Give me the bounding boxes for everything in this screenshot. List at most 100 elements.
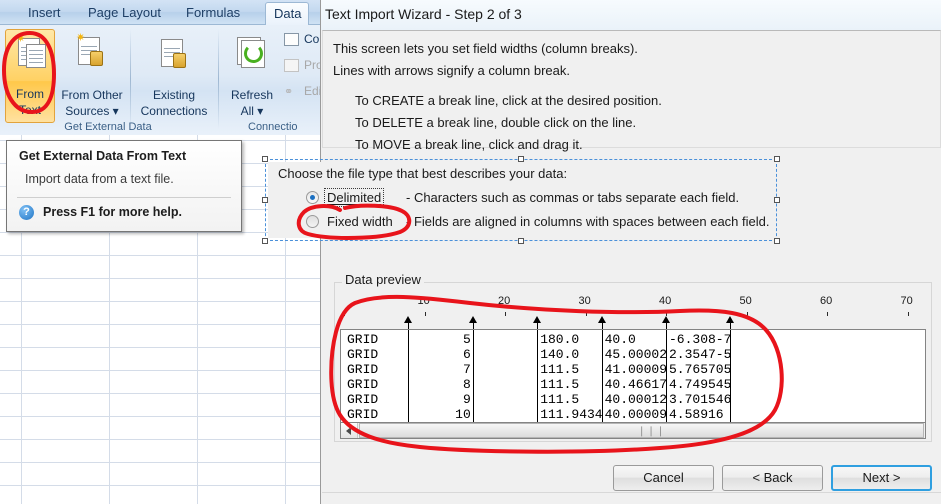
tab-data[interactable]: Data [265,2,309,25]
tab-page-layout[interactable]: Page Layout [80,2,169,25]
preview-cell: 4.749545 [669,377,732,392]
scrollbar-grip-icon: ❘❘❘ [637,426,666,437]
from-other-sources-button[interactable]: ✷ From Other Sources ▾ [57,29,127,123]
preview-cell: 6 [462,347,471,362]
selection-handle-ne[interactable] [774,156,780,162]
existing-connections-button[interactable]: Existing Connections [134,29,214,123]
selection-outline [265,159,777,241]
selection-handle-sw[interactable] [262,238,268,244]
existing-connections-label-line1: Existing [152,88,196,102]
from-other-sources-label-line2: Sources ▾ [65,104,119,118]
ribbon-group-divider-2 [218,29,219,129]
connections-icon [284,33,299,46]
preview-cell: 5 [462,332,471,347]
preview-cell: 10 [455,407,471,422]
ribbon-tab-strip: Insert Page Layout Formulas Data [0,0,330,25]
database-cylinder-icon [173,53,186,68]
preview-cell: GRID [347,347,379,362]
instruction-line-2: To DELETE a break line, double click on … [355,115,637,130]
preview-cell: GRID [347,407,379,422]
preview-cell: GRID [347,332,379,347]
ribbon-group-get-external-data: Get External Data ✷ From Text ✷ From Oth… [0,25,216,135]
tooltip-title: Get External Data From Text [19,149,187,163]
text-document-icon-secondary [26,44,46,68]
ribbon-group-connections: Connectio Refresh All ▾ Co Pro ⚭ Edi [220,25,330,135]
preview-cell: 111.5 [540,392,580,407]
break-arrow-row[interactable] [340,316,926,330]
edit-links-icon: ⚭ [284,86,294,98]
connections-command[interactable]: Co [304,32,319,46]
edit-links-command: Edi [304,84,322,98]
preview-cell: 40.46617 [604,377,668,392]
from-text-button[interactable]: ✷ From Text [5,29,55,123]
ruler-label: 20 [498,295,511,307]
cancel-button[interactable]: Cancel [613,465,714,491]
next-button[interactable]: Next > [831,465,932,491]
instruction-line-1: To CREATE a break line, click at the des… [355,93,662,108]
preview-cell: 111.5 [540,377,580,392]
preview-cell: 40.00009 [604,407,668,422]
tooltip-divider [17,197,231,198]
preview-cell: 5.765705 [669,362,732,377]
preview-cell: 111.9434 [540,407,603,422]
preview-cell: 180.0 [540,332,580,347]
preview-cell: 4.58916 [669,407,724,422]
help-circle-icon: ? [19,205,34,220]
instruction-line-3: To MOVE a break line, click and drag it. [355,137,583,152]
preview-cell: 41.00009 [604,362,668,377]
tooltip-body: Import data from a text file. [25,172,174,186]
column-break-line[interactable] [537,330,539,422]
sparkle-icon: ✷ [16,33,26,45]
preview-horizontal-scrollbar[interactable]: ❘❘❘ [340,422,926,439]
preview-cell: GRID [347,392,379,407]
dialog-footer-divider [322,492,941,493]
tooltip-help-text: Press F1 for more help. [43,205,182,219]
ruler-label: 40 [659,295,672,307]
tab-insert[interactable]: Insert [20,2,69,25]
selection-handle-e[interactable] [774,197,780,203]
preview-cell: 9 [462,392,471,407]
from-other-sources-label-line1: From Other [61,88,123,102]
sparkle-icon: ✷ [76,32,86,44]
dialog-description-box: This screen lets you set field widths (c… [322,30,941,152]
preview-cell: 3.701546 [669,392,732,407]
preview-cell: 40.00012 [604,392,668,407]
refresh-all-label-line2: All ▾ [240,104,264,118]
description-line-2: Lines with arrows signify a column break… [333,63,570,78]
ruler-label: 10 [417,295,430,307]
properties-icon [284,59,299,72]
back-button[interactable]: < Back [722,465,823,491]
preview-cell: GRID [347,377,379,392]
from-text-label-line2: Text [18,103,41,117]
refresh-all-label-line1: Refresh [230,88,274,102]
selection-handle-w[interactable] [262,197,268,203]
selection-handle-n[interactable] [518,156,524,162]
preview-cell: GRID [347,362,379,377]
selection-handle-s[interactable] [518,238,524,244]
selection-handle-nw[interactable] [262,156,268,162]
ribbon-body: Get External Data ✷ From Text ✷ From Oth… [0,25,330,135]
refresh-all-button[interactable]: Refresh All ▾ [224,29,280,123]
preview-cell: 2.3547-5 [669,347,732,362]
preview-cell: -6.308-7 [669,332,732,347]
preview-cell: 40.0 [604,332,636,347]
selection-handle-se[interactable] [774,238,780,244]
scroll-left-button[interactable] [341,423,358,438]
preview-cell: 7 [462,362,471,377]
scrollbar-thumb[interactable]: ❘❘❘ [359,423,924,438]
preview-cell: 140.0 [540,347,580,362]
ruler-label: 70 [900,295,913,307]
column-break-line[interactable] [472,330,474,422]
dialog-title: Text Import Wizard - Step 2 of 3 [325,6,522,22]
ribbon-tooltip: Get External Data From Text Import data … [6,140,242,232]
scroll-left-arrow-icon [346,427,351,435]
data-preview-pane[interactable]: GRID 5 180.0 40.0 -6.308-7 GRID 6 140.0 45.00002… [340,329,926,422]
preview-cell: 8 [462,377,471,392]
ruler-label: 30 [578,295,591,307]
refresh-arrow-icon [244,44,263,63]
ribbon-group-divider [130,29,131,129]
from-text-label-line1: From [16,87,44,101]
database-cylinder-icon [90,51,103,66]
tab-formulas[interactable]: Formulas [178,2,248,25]
ruler-label: 50 [739,295,752,307]
